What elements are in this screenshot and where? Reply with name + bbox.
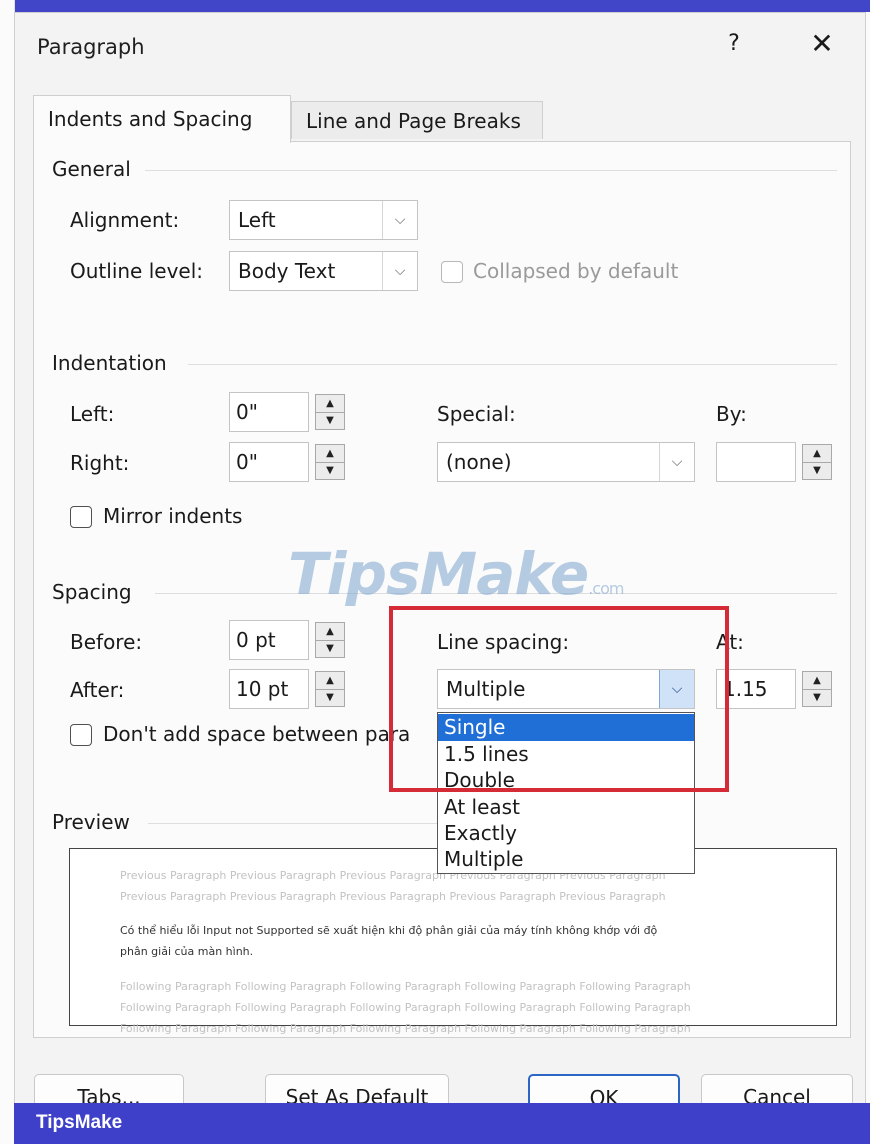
indent-right-label: Right: [70, 451, 130, 475]
outline-level-value: Body Text [238, 259, 336, 283]
dont-add-space-checkbox[interactable] [70, 724, 92, 746]
special-label: Special: [437, 402, 516, 426]
down-arrow-icon[interactable]: ▼ [803, 462, 831, 479]
watermark-suffix: .com [588, 579, 624, 598]
preview-sample-line: phân giải của màn hình. [120, 945, 254, 958]
preview-following-line: Following Paragraph Following Paragraph … [120, 1001, 691, 1014]
down-arrow-icon[interactable]: ▼ [316, 462, 344, 479]
spacing-heading: Spacing [52, 580, 132, 604]
indent-left-input[interactable]: 0" [229, 392, 309, 432]
preview-sample-line: Có thể hiểu lỗi Input not Supported sẽ x… [120, 924, 658, 937]
preview-heading: Preview [52, 810, 130, 834]
spin-buttons[interactable]: ▲ ▼ [315, 671, 345, 707]
spin-buttons[interactable]: ▲ ▼ [802, 444, 832, 480]
mirror-indents-checkbox[interactable] [70, 506, 92, 528]
mirror-indents-label: Mirror indents [103, 504, 243, 528]
after-spinner[interactable]: 10 pt ▲ ▼ [229, 669, 350, 709]
tab-line-and-page-breaks[interactable]: Line and Page Breaks [291, 101, 543, 139]
by-input[interactable] [716, 442, 796, 482]
up-arrow-icon[interactable]: ▲ [316, 446, 344, 462]
option-multiple[interactable]: Multiple [438, 846, 694, 873]
preview-divider [148, 823, 438, 824]
preview-following-line: Following Paragraph Following Paragraph … [120, 1022, 691, 1035]
by-spinner[interactable]: ▲ ▼ [716, 442, 837, 482]
at-spinner[interactable]: 1.15 ▲ ▼ [716, 669, 837, 709]
option-at-least[interactable]: At least [438, 794, 694, 821]
general-divider [145, 170, 837, 171]
outline-level-label: Outline level: [70, 259, 204, 283]
up-arrow-icon[interactable]: ▲ [316, 673, 344, 689]
dont-add-space-label: Don't add space between para [103, 722, 411, 746]
before-label: Before: [70, 630, 143, 654]
special-value: (none) [446, 450, 512, 474]
spin-buttons[interactable]: ▲ ▼ [315, 394, 345, 430]
general-heading: General [52, 157, 131, 181]
close-button[interactable]: ✕ [805, 27, 839, 61]
preview-box: Previous Paragraph Previous Paragraph Pr… [69, 848, 837, 1035]
spin-buttons[interactable]: ▲ ▼ [315, 444, 345, 480]
spin-buttons[interactable]: ▲ ▼ [315, 622, 345, 658]
footer-brand: TipsMake [36, 1112, 123, 1133]
up-arrow-icon[interactable]: ▲ [316, 396, 344, 412]
up-arrow-icon[interactable]: ▲ [803, 673, 831, 689]
preview-following-line: Following Paragraph Following Paragraph … [120, 980, 691, 993]
preview-previous-line: Previous Paragraph Previous Paragraph Pr… [120, 890, 666, 903]
chevron-down-icon[interactable]: ⌵ [659, 443, 694, 481]
spin-buttons[interactable]: ▲ ▼ [802, 671, 832, 707]
brand-footer-bar: TipsMake [14, 1103, 870, 1144]
special-select[interactable]: (none) ⌵ [437, 442, 695, 482]
option-exactly[interactable]: Exactly [438, 820, 694, 847]
highlight-annotation-box [389, 606, 729, 792]
by-label: By: [716, 402, 747, 426]
down-arrow-icon[interactable]: ▼ [316, 689, 344, 706]
alignment-value: Left [238, 208, 276, 232]
left-window-edge [0, 0, 15, 1144]
tab-indents-and-spacing[interactable]: Indents and Spacing [33, 95, 291, 143]
before-spinner[interactable]: 0 pt ▲ ▼ [229, 620, 350, 660]
up-arrow-icon[interactable]: ▲ [316, 624, 344, 640]
down-arrow-icon[interactable]: ▼ [803, 689, 831, 706]
indent-left-label: Left: [70, 402, 115, 426]
down-arrow-icon[interactable]: ▼ [316, 640, 344, 657]
up-arrow-icon[interactable]: ▲ [803, 446, 831, 462]
indentation-divider [188, 364, 837, 365]
indent-right-input[interactable]: 0" [229, 442, 309, 482]
alignment-select[interactable]: Left ⌵ [229, 200, 418, 240]
watermark-text: TipsMake [288, 540, 589, 608]
collapsed-by-default-label: Collapsed by default [473, 259, 679, 283]
chevron-down-icon[interactable]: ⌵ [382, 201, 417, 239]
before-input[interactable]: 0 pt [229, 620, 309, 660]
indentation-heading: Indentation [52, 351, 167, 375]
alignment-label: Alignment: [70, 208, 180, 232]
top-frame-bar [0, 0, 870, 12]
outline-level-select[interactable]: Body Text ⌵ [229, 251, 418, 291]
help-button[interactable]: ? [721, 31, 747, 56]
indent-right-spinner[interactable]: 0" ▲ ▼ [229, 442, 350, 482]
collapsed-by-default-checkbox[interactable] [441, 261, 463, 283]
after-input[interactable]: 10 pt [229, 669, 309, 709]
indent-left-spinner[interactable]: 0" ▲ ▼ [229, 392, 350, 432]
after-label: After: [70, 678, 125, 702]
tipsmake-watermark: TipsMake.com [288, 540, 624, 608]
dialog-title: Paragraph [37, 35, 145, 59]
chevron-down-icon[interactable]: ⌵ [382, 252, 417, 290]
down-arrow-icon[interactable]: ▼ [316, 412, 344, 429]
